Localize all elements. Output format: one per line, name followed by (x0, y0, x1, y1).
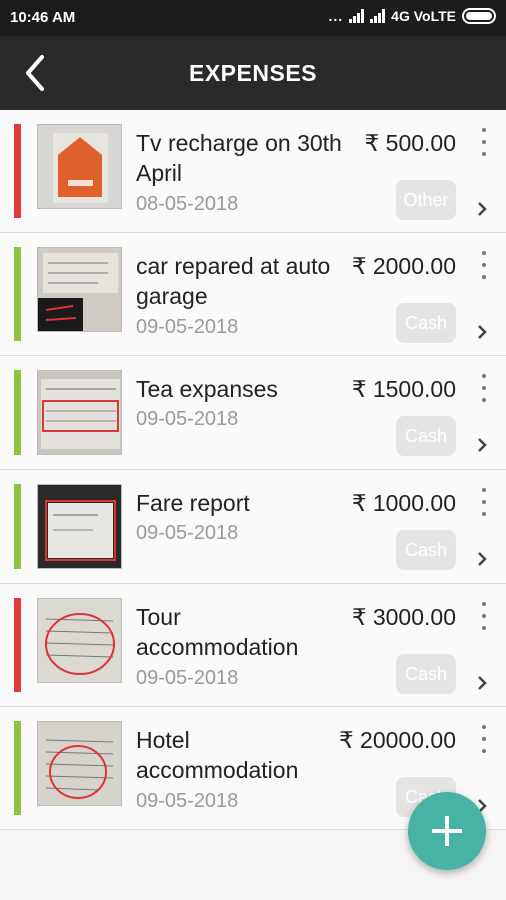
status-icons: ... 4G VoLTE (328, 8, 496, 24)
expense-list: Tv recharge on 30th April ₹ 500.00 08-05… (0, 110, 506, 830)
payment-mode-badge: Cash (396, 530, 456, 570)
more-menu-icon[interactable] (478, 374, 490, 402)
expense-row[interactable]: Tea expanses ₹ 1500.00 09-05-2018 Cash (0, 356, 506, 470)
more-menu-icon[interactable] (478, 725, 490, 753)
receipt-thumbnail[interactable] (37, 598, 122, 683)
page-title: EXPENSES (189, 60, 317, 86)
status-bar-indicator (14, 247, 21, 341)
expense-row[interactable]: Fare report ₹ 1000.00 09-05-2018 Cash (0, 470, 506, 584)
more-dots: ... (328, 8, 344, 24)
expense-amount: ₹ 3000.00 (351, 604, 456, 630)
battery-icon (462, 8, 496, 24)
expense-title: Tv recharge on 30th April (136, 130, 342, 186)
expense-amount: ₹ 500.00 (364, 130, 456, 156)
more-menu-icon[interactable] (478, 602, 490, 630)
payment-mode-badge: Cash (396, 654, 456, 694)
expense-row[interactable]: Tour accommodation ₹ 3000.00 09-05-2018 … (0, 584, 506, 707)
chevron-right-icon[interactable] (476, 675, 488, 691)
payment-mode-badge: Cash (396, 416, 456, 456)
receipt-thumbnail[interactable] (37, 721, 122, 806)
expense-amount: ₹ 20000.00 (339, 727, 456, 753)
status-bar-indicator (14, 721, 21, 815)
chevron-right-icon[interactable] (476, 201, 488, 217)
expense-title: Fare report (136, 490, 250, 516)
expense-amount: ₹ 2000.00 (351, 253, 456, 279)
status-bar-indicator (14, 484, 21, 569)
status-bar-indicator (14, 370, 21, 455)
expense-amount: ₹ 1500.00 (351, 376, 456, 402)
expense-row[interactable]: Tv recharge on 30th April ₹ 500.00 08-05… (0, 110, 506, 233)
payment-mode-badge: Other (396, 180, 456, 220)
chevron-right-icon[interactable] (476, 324, 488, 340)
more-menu-icon[interactable] (478, 251, 490, 279)
receipt-thumbnail[interactable] (37, 370, 122, 455)
expense-date: 08-05-2018 (136, 193, 239, 215)
status-time: 10:46 AM (10, 9, 76, 26)
more-menu-icon[interactable] (478, 488, 490, 516)
status-bar: 10:46 AM ... 4G VoLTE (0, 0, 506, 36)
app-bar: EXPENSES (0, 36, 506, 110)
expense-title: Tea expanses (136, 376, 278, 402)
expense-date: 09-05-2018 (136, 408, 239, 430)
add-expense-button[interactable] (408, 792, 486, 870)
expense-date: 09-05-2018 (136, 790, 239, 812)
expense-title: car repared at auto garage (136, 253, 331, 309)
expense-date: 09-05-2018 (136, 316, 239, 338)
expense-row[interactable]: car repared at auto garage ₹ 2000.00 09-… (0, 233, 506, 356)
receipt-thumbnail[interactable] (37, 124, 122, 209)
expense-title: Tour accommodation (136, 604, 299, 660)
status-bar-indicator (14, 124, 21, 218)
receipt-thumbnail[interactable] (37, 247, 122, 332)
chevron-right-icon[interactable] (476, 551, 488, 567)
chevron-right-icon[interactable] (476, 437, 488, 453)
signal-icon (349, 9, 365, 23)
more-menu-icon[interactable] (478, 128, 490, 156)
payment-mode-badge: Cash (396, 303, 456, 343)
expense-title: Hotel accommodation (136, 727, 299, 783)
expense-amount: ₹ 1000.00 (351, 490, 456, 516)
expense-date: 09-05-2018 (136, 667, 239, 689)
receipt-thumbnail[interactable] (37, 484, 122, 569)
network-label: 4G VoLTE (391, 8, 456, 24)
expense-date: 09-05-2018 (136, 522, 239, 544)
status-bar-indicator (14, 598, 21, 692)
signal-icon-2 (370, 9, 386, 23)
